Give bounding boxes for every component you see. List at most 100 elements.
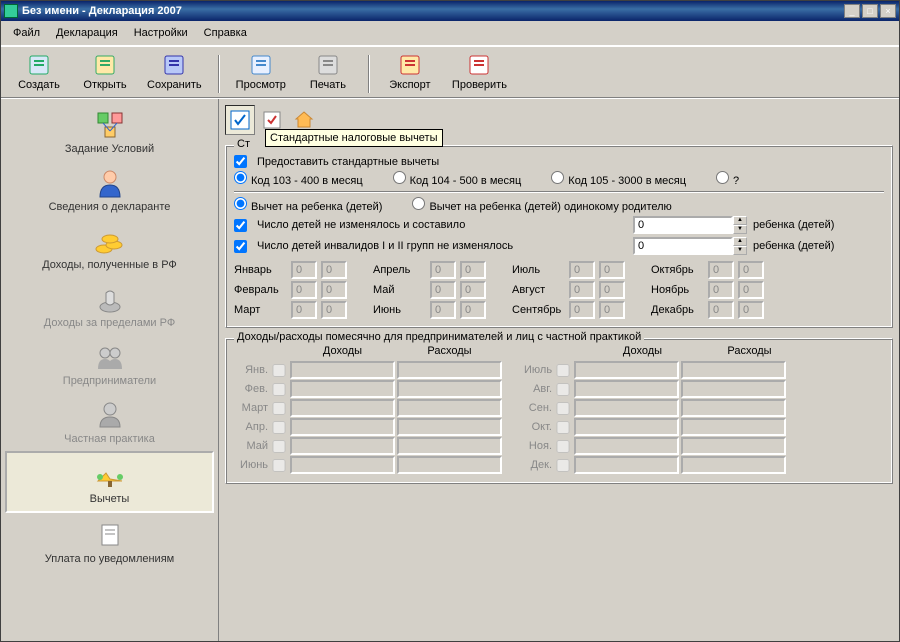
- prep-expense: [397, 399, 502, 417]
- toolbar-Экспорт[interactable]: Экспорт: [380, 51, 440, 93]
- prep-expense: [397, 437, 502, 455]
- toolbar-icon: [398, 53, 422, 77]
- toolbar-Печать[interactable]: Печать: [298, 51, 358, 93]
- month-val2: [321, 261, 347, 279]
- month-val1: [291, 301, 317, 319]
- toolbar-Просмотр[interactable]: Просмотр: [230, 51, 292, 93]
- prep-income: [290, 380, 395, 398]
- prep-month-label: Фев.: [234, 383, 268, 395]
- main-panel: Стандартные налоговые вычеты Стандартные…: [219, 99, 899, 641]
- toolbar: СоздатьОткрытьСохранить ПросмотрПечать Экс…: [1, 46, 899, 98]
- col-expense-2: Расходы: [697, 345, 802, 357]
- prep-row: МартСен.: [234, 399, 884, 417]
- nav-icon: [92, 519, 128, 551]
- window-title: Без имени - Декларация 2007: [22, 5, 844, 17]
- maximize-button[interactable]: □: [862, 4, 878, 18]
- cb-children-label: Число детей не изменялось и составило: [257, 219, 627, 231]
- children-suffix: ребенка (детей): [753, 219, 834, 231]
- prep-income: [290, 418, 395, 436]
- titlebar: Без имени - Декларация 2007 _ □ ×: [1, 1, 899, 21]
- month-label: Сентябрь: [512, 304, 567, 316]
- prep-expense: [681, 418, 786, 436]
- house-icon: [293, 109, 315, 131]
- spin-up[interactable]: ▲: [733, 237, 747, 246]
- radio-child-single: Вычет на ребенка (детей) одинокому родит…: [412, 197, 671, 213]
- toolbar-Проверить[interactable]: Проверить: [446, 51, 513, 93]
- toolbar-Создать[interactable]: Создать: [9, 51, 69, 93]
- sidebar-item-2[interactable]: Доходы, полученные в РФ: [1, 219, 218, 277]
- prep-income: [290, 361, 395, 379]
- prep-cb: [554, 364, 572, 377]
- prep-cb: [270, 421, 288, 434]
- app-icon: [4, 4, 18, 18]
- menu-file[interactable]: Файл: [7, 25, 46, 41]
- spin-down[interactable]: ▼: [733, 246, 747, 255]
- menu-declaration[interactable]: Декларация: [50, 25, 124, 41]
- menu-help[interactable]: Справка: [198, 25, 253, 41]
- sidebar-item-0[interactable]: Задание Условий: [1, 103, 218, 161]
- prep-income: [574, 361, 679, 379]
- nav-icon: [92, 225, 128, 257]
- toolbar-Открыть[interactable]: Открыть: [75, 51, 135, 93]
- prep-expense: [681, 380, 786, 398]
- prep-expense: [681, 456, 786, 474]
- minimize-button[interactable]: _: [844, 4, 860, 18]
- prep-income: [574, 437, 679, 455]
- close-button[interactable]: ×: [880, 4, 896, 18]
- col-income-1: Доходы: [290, 345, 395, 357]
- month-val2: [738, 281, 764, 299]
- prep-cb: [554, 421, 572, 434]
- prep-expense: [681, 399, 786, 417]
- children-input[interactable]: [633, 216, 733, 234]
- month-val2: [599, 301, 625, 319]
- sub-toolbar: Стандартные налоговые вычеты: [225, 105, 893, 135]
- children-spinner[interactable]: ▲▼: [633, 216, 747, 234]
- prep-row: Апр.Окт.: [234, 418, 884, 436]
- prep-rows: Янв.ИюльФев.Авг.МартСен.Апр.Окт.МайНоя.И…: [234, 361, 884, 474]
- month-val1: [708, 281, 734, 299]
- prep-cb: [554, 440, 572, 453]
- month-label: Октябрь: [651, 264, 706, 276]
- sidebar-item-7[interactable]: Уплата по уведомлениям: [1, 513, 218, 571]
- toolbar-Сохранить[interactable]: Сохранить: [141, 51, 208, 93]
- app-window: Без имени - Декларация 2007 _ □ × Файл Д…: [0, 0, 900, 642]
- invalid-input[interactable]: [633, 237, 733, 255]
- prep-month-label: Апр.: [234, 421, 268, 433]
- prep-row: МайНоя.: [234, 437, 884, 455]
- sidebar-item-4: Предприниматели: [1, 335, 218, 393]
- prep-income: [290, 399, 395, 417]
- prep-cb: [554, 402, 572, 415]
- sidebar: Задание УсловийСведения о декларантеДохо…: [1, 99, 219, 641]
- nav-icon: [92, 167, 128, 199]
- menu-settings[interactable]: Настройки: [128, 25, 194, 41]
- group-income-expense: Доходы/расходы помесячно для предпринима…: [225, 338, 893, 484]
- cb-children-count[interactable]: [234, 219, 247, 232]
- nav-icon: [92, 109, 128, 141]
- month-val2: [738, 261, 764, 279]
- month-val1: [708, 301, 734, 319]
- cb-provide-standard[interactable]: [234, 155, 247, 168]
- month-label: Май: [373, 284, 428, 296]
- cb-invalid-count[interactable]: [234, 240, 247, 253]
- prep-month-label: Янв.: [234, 364, 268, 376]
- sidebar-item-1[interactable]: Сведения о декларанте: [1, 161, 218, 219]
- month-val2: [460, 261, 486, 279]
- spin-down[interactable]: ▼: [733, 225, 747, 234]
- radio-103: Код 103 - 400 в месяц: [234, 171, 363, 187]
- toolbar-icon: [316, 53, 340, 77]
- month-label: Июль: [512, 264, 567, 276]
- toolbar-icon: [27, 53, 51, 77]
- cb-provide-label: Предоставить стандартные вычеты: [257, 156, 439, 168]
- month-grid: ЯнварьАпрельИюльОктябрьФевральМайАвгустН…: [234, 261, 884, 319]
- month-val1: [430, 261, 456, 279]
- sidebar-item-6[interactable]: Вычеты: [5, 451, 214, 513]
- tab-standard-deductions[interactable]: [225, 105, 255, 135]
- nav-icon: [92, 399, 128, 431]
- invalid-spinner[interactable]: ▲▼: [633, 237, 747, 255]
- prep-expense: [397, 456, 502, 474]
- month-label: Август: [512, 284, 567, 296]
- nav-icon: [92, 283, 128, 315]
- radio-q: ?: [716, 171, 739, 187]
- spin-up[interactable]: ▲: [733, 216, 747, 225]
- prep-income: [574, 456, 679, 474]
